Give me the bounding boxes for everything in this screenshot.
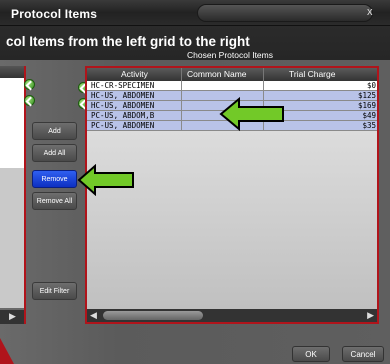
column-separator (181, 68, 182, 81)
cancel-button[interactable]: Cancel (342, 346, 384, 362)
title-bar: Protocol Items x (0, 0, 390, 26)
grid-empty-area (87, 131, 377, 309)
instruction-text: col Items from the left grid to the righ… (6, 34, 250, 49)
move-check-icon[interactable] (24, 79, 35, 90)
column-header-activity[interactable]: Activity (121, 69, 148, 79)
corner-decoration (0, 338, 14, 364)
add-button[interactable]: Add (32, 122, 77, 140)
table-row[interactable]: HC-CR-SPECIMEN $0 (87, 81, 377, 91)
scrollbar-thumb[interactable] (103, 311, 203, 320)
scroll-right-icon[interactable]: ▶ (9, 311, 16, 322)
available-grid-rows[interactable] (0, 78, 24, 168)
move-check-icon[interactable] (24, 95, 35, 106)
window-title: Protocol Items (11, 7, 98, 21)
remove-button[interactable]: Remove (32, 170, 77, 188)
scroll-right-icon[interactable]: ▶ (367, 310, 374, 321)
available-grid-scrollbar[interactable]: ▶ (0, 310, 24, 324)
close-icon[interactable]: x (367, 6, 373, 18)
add-all-button[interactable]: Add All (32, 144, 77, 162)
available-grid-empty-area (0, 168, 24, 308)
remove-all-button[interactable]: Remove All (32, 192, 77, 210)
ok-button[interactable]: OK (292, 346, 330, 362)
green-arrow-icon (219, 96, 284, 132)
column-separator (263, 68, 264, 81)
title-bar-decoration (197, 4, 373, 22)
edit-filter-button[interactable]: Edit Filter (32, 282, 77, 300)
column-header-common-name[interactable]: Common Name (187, 69, 247, 79)
available-items-grid[interactable]: ▶ (0, 66, 26, 324)
grid-header: Activity Common Name Trial Charge (87, 68, 377, 81)
column-header-trial-charge[interactable]: Trial Charge (289, 69, 335, 79)
chosen-items-label: Chosen Protocol Items (187, 50, 273, 60)
horizontal-scrollbar[interactable]: ◀ ▶ (87, 309, 377, 322)
protocol-items-dialog: Protocol Items x col Items from the left… (0, 0, 390, 364)
available-grid-header (0, 66, 24, 78)
scroll-left-icon[interactable]: ◀ (90, 310, 97, 321)
green-arrow-icon (77, 164, 134, 196)
